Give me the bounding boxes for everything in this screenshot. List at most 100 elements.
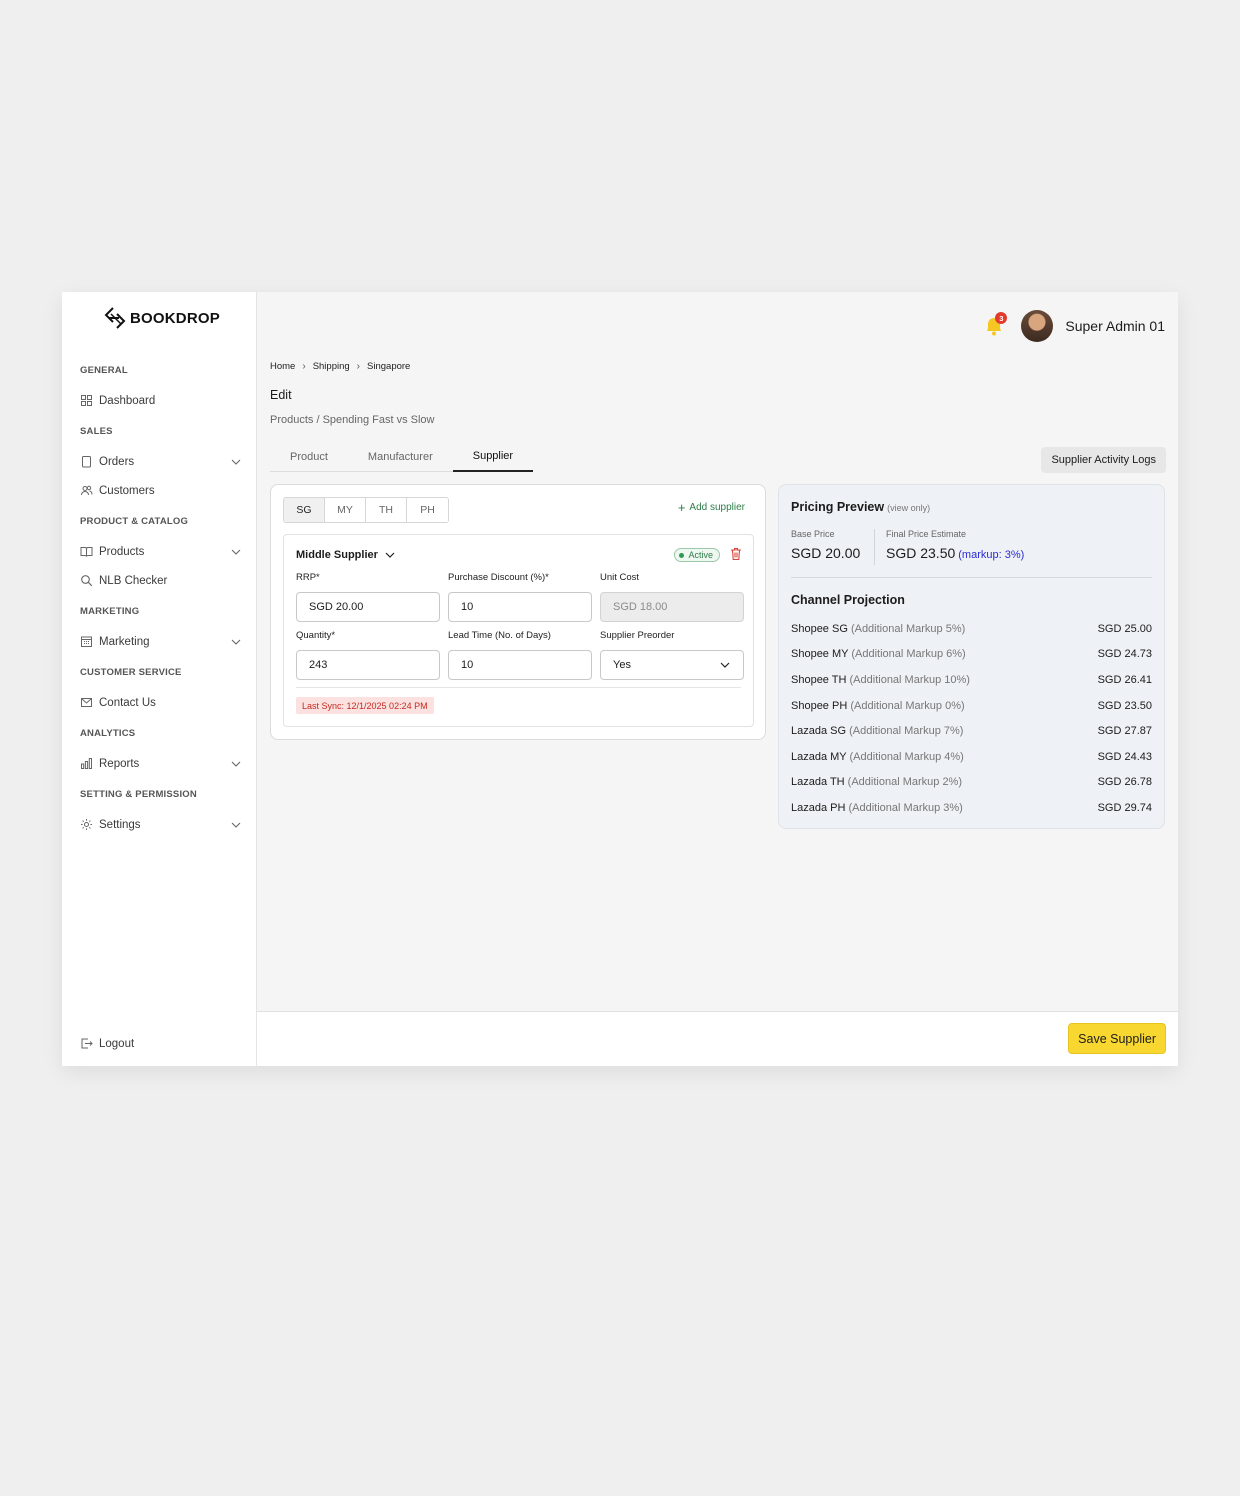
sidebar-item-label: Customers [99, 484, 155, 497]
tab-bar: Product Manufacturer Supplier [270, 442, 534, 472]
brand-name: BOOKDROP [130, 309, 220, 327]
final-price-value: SGD 23.50 [886, 545, 956, 561]
channel-label: Lazada PH (Additional Markup 3%) [791, 802, 963, 814]
chevron-down-icon[interactable] [230, 636, 242, 648]
status-dot [679, 552, 685, 558]
region-tab-sg[interactable]: SG [284, 498, 325, 522]
preorder-label: Supplier Preorder [600, 630, 675, 641]
preorder-select[interactable]: Yes [600, 650, 744, 680]
channel-label: Lazada SG (Additional Markup 7%) [791, 725, 963, 737]
chevron-down-icon [720, 662, 730, 668]
channel-name: Lazada TH [791, 776, 845, 789]
nav-section-heading: MARKETING [80, 606, 140, 617]
channel-row: Lazada PH (Additional Markup 3%) SGD 29.7… [791, 795, 1152, 821]
channel-name: Shopee SG [791, 622, 848, 635]
logout-button[interactable]: Logout [80, 1029, 242, 1058]
sidebar-item-label: Products [99, 545, 145, 558]
add-supplier-label: Add supplier [689, 502, 745, 513]
region-tab-th[interactable]: TH [366, 498, 407, 522]
sidebar-item-label: Reports [99, 757, 140, 770]
channel-row: Shopee TH (Additional Markup 10%) SGD 26.… [791, 667, 1152, 693]
tab-product[interactable]: Product [270, 442, 348, 472]
nav-section-general: GENERAL Dashboard [80, 365, 242, 415]
chevron-down-icon[interactable] [230, 758, 242, 770]
channel-label: Shopee PH (Additional Markup 0%) [791, 700, 965, 712]
sidebar-item-orders[interactable]: Orders [80, 447, 242, 476]
users-icon [80, 484, 93, 497]
unit-cost-label: Unit Cost [600, 572, 640, 583]
sidebar-item-settings[interactable]: Settings [80, 810, 242, 839]
page-title: Edit [270, 388, 292, 402]
sidebar-item-label: NLB Checker [99, 574, 168, 587]
discount-input[interactable]: 10 [448, 592, 592, 622]
chevron-down-icon [385, 552, 395, 558]
nav-section-marketing: MARKETING Marketing [80, 606, 242, 656]
sidebar-item-label: Dashboard [99, 394, 156, 407]
channel-label: Shopee TH (Additional Markup 10%) [791, 674, 970, 686]
base-price-value: SGD 20.00 [791, 545, 861, 561]
chevron-right-icon: › [302, 361, 306, 372]
base-price: Base Price SGD 20.00 [791, 529, 860, 561]
channel-markup-note: (Additional Markup 10%) [849, 673, 970, 686]
region-tab-my[interactable]: MY [325, 498, 366, 522]
divider [296, 687, 741, 688]
channel-markup-note: (Additional Markup 7%) [849, 725, 964, 738]
discount-value: 10 [461, 601, 474, 613]
channel-markup-note: (Additional Markup 2%) [847, 776, 963, 789]
rrp-input[interactable]: SGD 20.00 [296, 592, 440, 622]
quantity-input[interactable]: 243 [296, 650, 440, 680]
channel-label: Lazada TH (Additional Markup 2%) [791, 776, 962, 788]
sidebar-item-label: Contact Us [99, 696, 156, 709]
lead-time-input[interactable]: 10 [448, 650, 592, 680]
status-label: Active [688, 550, 713, 560]
bookdrop-logo-icon [104, 307, 126, 329]
sidebar-item-marketing[interactable]: Marketing [80, 627, 242, 656]
nav-section-setting-permission: SETTING & PERMISSION Settings [80, 789, 242, 839]
chevron-down-icon[interactable] [230, 546, 242, 558]
user-name[interactable]: Super Admin 01 [1065, 318, 1165, 334]
tab-manufacturer[interactable]: Manufacturer [348, 442, 453, 472]
topbar: 3 Super Admin 01 [981, 310, 1165, 342]
channel-name: Shopee MY [791, 648, 849, 661]
rrp-value: SGD 20.00 [309, 601, 364, 613]
price-separator [874, 529, 875, 565]
sidebar-item-contact-us[interactable]: Contact Us [80, 688, 242, 717]
unit-cost-field: Unit Cost SGD 18.00 [600, 572, 744, 622]
calendar-icon [80, 635, 93, 648]
supplier-card: SG MY TH PH + Add supplier Middle Suppli… [270, 484, 766, 740]
nav-section-customer-service: CUSTOMER SERVICE Contact Us [80, 667, 242, 717]
book-icon [80, 545, 93, 558]
pricing-preview-card: Pricing Preview (view only) Base Price SG… [778, 484, 1165, 829]
sidebar-item-reports[interactable]: Reports [80, 749, 242, 778]
chevron-down-icon[interactable] [230, 456, 242, 468]
chevron-down-icon[interactable] [230, 819, 242, 831]
breadcrumb-shipping[interactable]: Shipping [313, 361, 350, 372]
sidebar-item-products[interactable]: Products [80, 537, 242, 566]
sidebar-item-dashboard[interactable]: Dashboard [80, 386, 242, 415]
sidebar-item-customers[interactable]: Customers [80, 476, 242, 505]
rrp-field: RRP* SGD 20.00 [296, 572, 440, 622]
breadcrumb-home[interactable]: Home [270, 361, 295, 372]
channel-markup-note: (Additional Markup 4%) [849, 750, 964, 763]
channel-price: SGD 25.00 [1097, 622, 1152, 635]
brand-logo[interactable]: BOOKDROP [104, 306, 220, 330]
supplier-name-dropdown[interactable]: Middle Supplier [296, 549, 396, 561]
add-supplier-button[interactable]: + Add supplier [678, 501, 745, 514]
gear-icon [80, 818, 93, 831]
save-supplier-button[interactable]: Save Supplier [1068, 1023, 1166, 1054]
trash-icon[interactable] [730, 547, 742, 561]
region-tab-ph[interactable]: PH [407, 498, 448, 522]
avatar[interactable] [1021, 310, 1054, 342]
sidebar-item-nlb-checker[interactable]: NLB Checker [80, 566, 242, 595]
channel-markup-note: (Additional Markup 0%) [850, 699, 965, 712]
discount-field: Purchase Discount (%)* 10 [448, 572, 592, 622]
notification-button[interactable]: 3 [981, 312, 1008, 339]
channel-price: SGD 26.78 [1097, 776, 1152, 789]
quantity-label: Quantity* [296, 630, 336, 641]
supplier-activity-logs-button[interactable]: Supplier Activity Logs [1041, 447, 1166, 473]
channel-row: Shopee MY (Additional Markup 6%) SGD 24.7… [791, 642, 1152, 668]
grid-icon [80, 394, 93, 407]
tab-supplier[interactable]: Supplier [452, 442, 534, 472]
nav-section-heading: CUSTOMER SERVICE [80, 667, 182, 678]
unit-cost-input: SGD 18.00 [600, 592, 744, 622]
